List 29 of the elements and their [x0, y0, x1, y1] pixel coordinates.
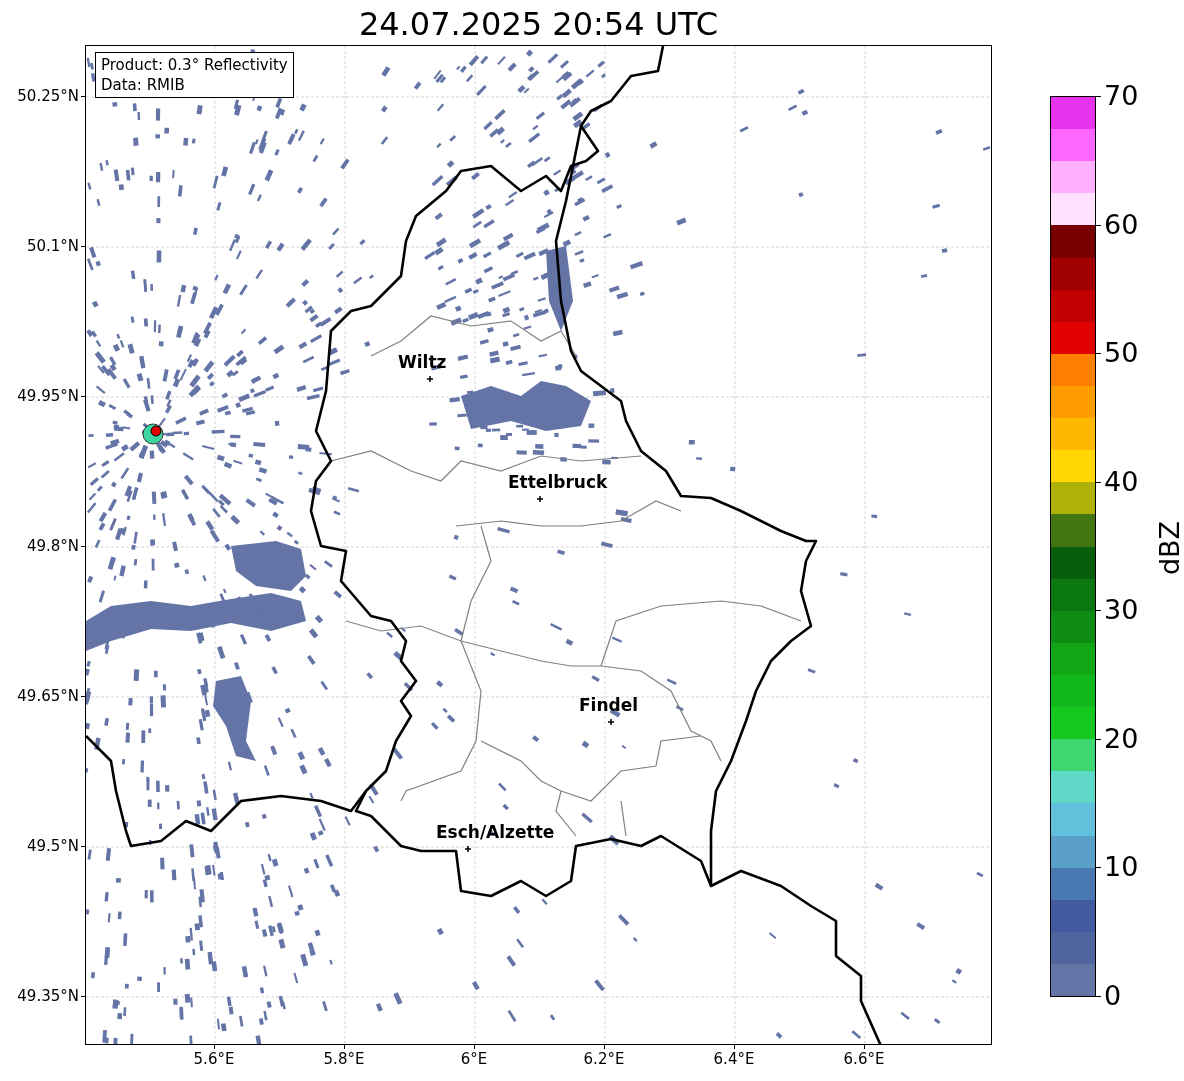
place-label: Wiltz [398, 352, 447, 372]
axis-tick-label: 50.25°N [17, 87, 79, 105]
axis-tick-label: 5.6°E [192, 1050, 236, 1068]
colorbar-tick-label: 10 [1104, 852, 1139, 883]
chart-title: 24.07.2025 20:54 UTC [357, 4, 720, 44]
colorbar-tick-label: 40 [1104, 466, 1139, 497]
axis-tick-label: 49.8°N [26, 537, 79, 555]
axis-tick-label: 49.5°N [26, 837, 79, 855]
info-text: Data: RMIB [101, 75, 186, 95]
colorbar-tick-label: 70 [1104, 81, 1139, 111]
colorbar-tick-label: 30 [1104, 595, 1139, 626]
place-label: Ettelbruck [508, 472, 608, 492]
place-label: Esch/Alzette [436, 822, 555, 842]
colorbar-label: dBZ [1155, 519, 1184, 578]
place-label: Findel [579, 695, 639, 715]
info-text: Product: 0.3° Reflectivity [101, 55, 288, 75]
axis-tick-label: 6.4°E [712, 1050, 756, 1068]
axis-tick-label: 49.65°N [17, 687, 79, 705]
axis-tick-label: 49.95°N [17, 387, 79, 405]
axis-tick-label: 6°E [459, 1050, 489, 1068]
axis-tick-label: 49.35°N [17, 987, 79, 1005]
axis-tick-label: 6.2°E [582, 1050, 626, 1068]
colorbar-tick-label: 50 [1104, 338, 1139, 369]
colorbar-tick-label: 60 [1104, 209, 1139, 240]
axis-tick-label: 50.1°N [26, 237, 79, 255]
colorbar-tick-label: 20 [1104, 723, 1139, 754]
axis-tick-label: 5.8°E [322, 1050, 366, 1068]
colorbar-tick-label: 0 [1104, 981, 1122, 1011]
axis-tick-label: 6.6°E [842, 1050, 886, 1068]
